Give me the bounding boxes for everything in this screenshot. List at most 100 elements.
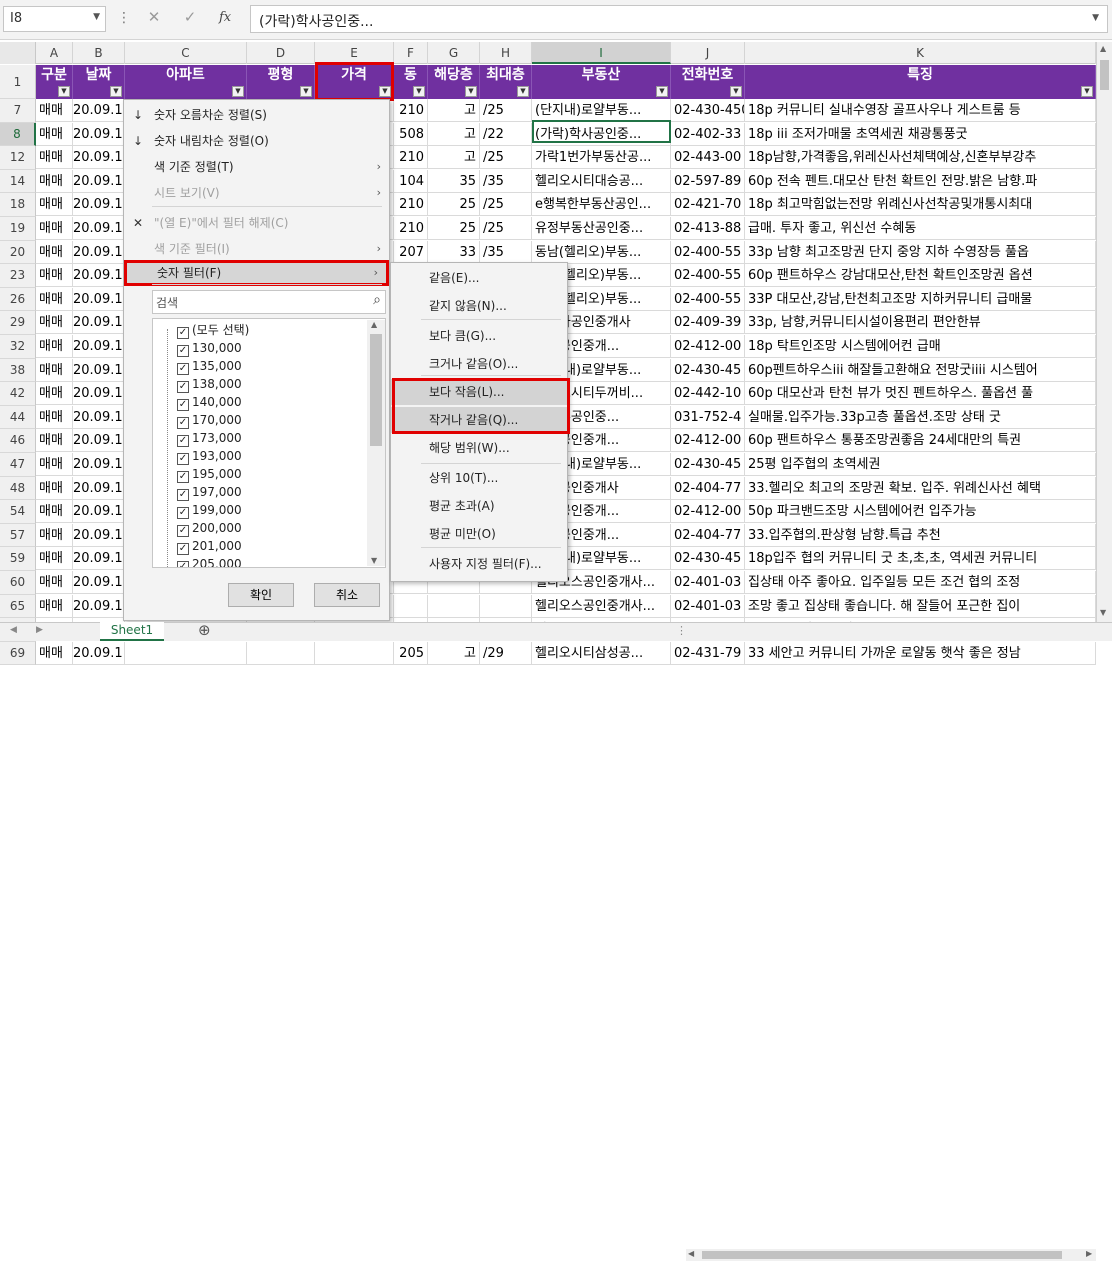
checkbox-checked-icon[interactable]: ✓ — [177, 489, 189, 501]
vertical-scrollbar[interactable]: ▲ ▼ — [1096, 42, 1112, 622]
table-cell[interactable]: 매매 — [36, 476, 73, 500]
filter-value-item[interactable]: ✓ 135,000 — [177, 357, 242, 375]
submenu-item-7[interactable]: 상위 10(T)... — [391, 465, 567, 491]
column-header-k[interactable]: K — [745, 42, 1096, 64]
table-cell[interactable]: 031-752-4 — [671, 405, 745, 429]
table-cell[interactable]: e행복한부동산공인... — [532, 193, 671, 217]
filter-value-item[interactable]: ✓ 130,000 — [177, 339, 242, 357]
table-cell[interactable]: 20.09.1 — [73, 476, 125, 500]
filter-dropdown-icon[interactable]: ▼ — [730, 86, 742, 97]
filter-value-item[interactable]: ✓ 138,000 — [177, 375, 242, 393]
checkbox-checked-icon[interactable]: ✓ — [177, 471, 189, 483]
table-cell[interactable]: 고 — [428, 146, 480, 170]
table-cell[interactable]: 20.09.1 — [73, 405, 125, 429]
row-header[interactable]: 47 — [0, 453, 36, 477]
table-cell[interactable]: 02-400-55 — [671, 287, 745, 311]
table-cell[interactable]: 02-413-88 — [671, 217, 745, 240]
table-cell[interactable]: 104 — [394, 169, 428, 193]
table-cell[interactable]: 33p 남향 최고조망권 단지 중앙 지하 수영장등 풀옵 — [745, 240, 1096, 264]
table-cell[interactable]: 60p펜트하우스iii 해잘들고환해요 전망굿iiii 시스템어 — [745, 358, 1096, 382]
scroll-right-icon[interactable]: ▶ — [1086, 1249, 1092, 1258]
submenu-item-10[interactable]: 사용자 지정 필터(F)... — [391, 551, 567, 577]
table-cell[interactable]: 조망 좋고 집상태 좋습니다. 해 잘들어 포근한 집이 — [745, 594, 1096, 618]
table-cell[interactable]: 02-412-00 — [671, 429, 745, 453]
table-cell[interactable]: 33 세안고 커뮤니티 가까운 로얄동 햇삭 좋은 정남 — [745, 641, 1096, 665]
table-cell[interactable]: 33P 대모산,강남,탄천최고조망 지하커뮤니티 급매물 — [745, 287, 1096, 311]
table-cell[interactable] — [480, 594, 532, 618]
row-header[interactable]: 12 — [0, 146, 36, 170]
checkbox-checked-icon[interactable]: ✓ — [177, 417, 189, 429]
enter-icon[interactable]: ✓ — [178, 8, 202, 30]
table-cell[interactable]: 60p 대모산과 탄천 뷰가 멋진 펜트하우스. 풀옵션 풀 — [745, 382, 1096, 406]
row-header[interactable]: 60 — [0, 571, 36, 595]
table-cell[interactable]: 매매 — [36, 169, 73, 193]
row-header[interactable]: 1 — [0, 65, 36, 99]
table-cell[interactable] — [247, 641, 315, 665]
table-cell[interactable]: 매매 — [36, 193, 73, 217]
column-header-c[interactable]: C — [125, 42, 247, 64]
tab-split-icon[interactable]: ⋮ — [676, 624, 687, 637]
checkbox-checked-icon[interactable]: ✓ — [177, 543, 189, 555]
table-cell[interactable]: 02-443-00 — [671, 146, 745, 170]
column-header-d[interactable]: D — [247, 42, 315, 64]
scroll-up-icon[interactable]: ▲ — [1100, 44, 1106, 53]
table-cell[interactable]: 헬리오스공인중개사... — [532, 594, 671, 618]
column-header-e[interactable]: E — [315, 42, 394, 64]
cancel-button[interactable]: 취소 — [314, 583, 380, 607]
table-cell[interactable]: /22 — [480, 122, 532, 146]
table-cell[interactable]: 급매. 투자 좋고, 위신선 수혜동 — [745, 217, 1096, 240]
table-cell[interactable]: 매매 — [36, 99, 73, 122]
row-header[interactable]: 20 — [0, 240, 36, 265]
filter-value-item[interactable]: ✓ 201,000 — [177, 537, 242, 555]
table-cell[interactable]: 매매 — [36, 405, 73, 429]
row-header[interactable]: 54 — [0, 500, 36, 524]
table-cell[interactable]: 25 — [428, 217, 480, 240]
table-cell[interactable]: 02-597-89 — [671, 169, 745, 193]
column-header-b[interactable]: B — [73, 42, 125, 64]
filter-dropdown-icon[interactable]: ▼ — [656, 86, 668, 97]
menu-item-1[interactable]: ↓ 숫자 내림차순 정렬(O) — [124, 128, 389, 154]
table-cell[interactable]: /35 — [480, 240, 532, 264]
row-header[interactable]: 65 — [0, 594, 36, 619]
table-cell[interactable]: /25 — [480, 193, 532, 217]
table-cell[interactable]: 18p입주 협의 커뮤니티 굿 초,초,초, 역세권 커뮤니티 — [745, 547, 1096, 571]
table-cell[interactable]: 205 — [394, 641, 428, 665]
row-header[interactable]: 57 — [0, 523, 36, 548]
table-cell[interactable]: 02-404-77 — [671, 476, 745, 500]
filter-dropdown-icon[interactable]: ▼ — [517, 86, 529, 97]
h-scroll-thumb[interactable] — [702, 1251, 1062, 1259]
filter-value-item[interactable]: ✓ 200,000 — [177, 519, 242, 537]
row-header[interactable]: 19 — [0, 217, 36, 241]
table-cell[interactable] — [428, 594, 480, 618]
table-cell[interactable]: 18p 최고막힘없는전망 위례신사선착공및개통시최대 — [745, 193, 1096, 217]
table-cell[interactable]: 210 — [394, 146, 428, 170]
submenu-item-2[interactable]: 보다 큼(G)... — [391, 323, 567, 349]
table-cell[interactable]: 20.09.1 — [73, 335, 125, 358]
table-cell[interactable]: 33 — [428, 240, 480, 264]
table-cell[interactable]: 02-430-45 — [671, 547, 745, 571]
table-cell[interactable]: 매매 — [36, 500, 73, 524]
chevron-down-icon[interactable]: ▼ — [1092, 13, 1099, 23]
submenu-item-6[interactable]: 해당 범위(W)... — [391, 435, 567, 461]
scroll-down-icon[interactable]: ▼ — [1100, 608, 1106, 617]
table-cell[interactable]: 33.입주협의.판상형 남향.특급 추천 — [745, 523, 1096, 547]
table-cell[interactable]: 02-401-03 — [671, 594, 745, 618]
table-cell[interactable]: 20.09.1 — [73, 500, 125, 524]
table-cell[interactable]: /25 — [480, 217, 532, 240]
insert-function-icon[interactable]: fx — [219, 10, 231, 25]
table-cell[interactable]: 02-400-55 — [671, 264, 745, 288]
filter-value-item[interactable]: ✓ 199,000 — [177, 501, 242, 519]
row-header[interactable]: 38 — [0, 358, 36, 383]
table-cell[interactable]: 02-430-45 — [671, 453, 745, 476]
table-cell[interactable]: 33.헬리오 최고의 조망권 확보. 입주. 위례신사선 혜택 — [745, 476, 1096, 500]
table-cell[interactable]: 20.09.1 — [73, 240, 125, 264]
table-cell[interactable]: 02-404-77 — [671, 523, 745, 547]
column-header-f[interactable]: F — [394, 42, 428, 64]
menu-item-6[interactable]: 숫자 필터(F) › — [124, 260, 389, 286]
sheet-tab[interactable]: Sheet1 — [100, 622, 164, 641]
table-cell[interactable]: 매매 — [36, 287, 73, 311]
row-header[interactable]: 69 — [0, 641, 36, 666]
table-cell[interactable]: 매매 — [36, 429, 73, 453]
table-cell[interactable] — [315, 641, 394, 665]
table-cell[interactable]: 02-402-33 — [671, 122, 745, 146]
